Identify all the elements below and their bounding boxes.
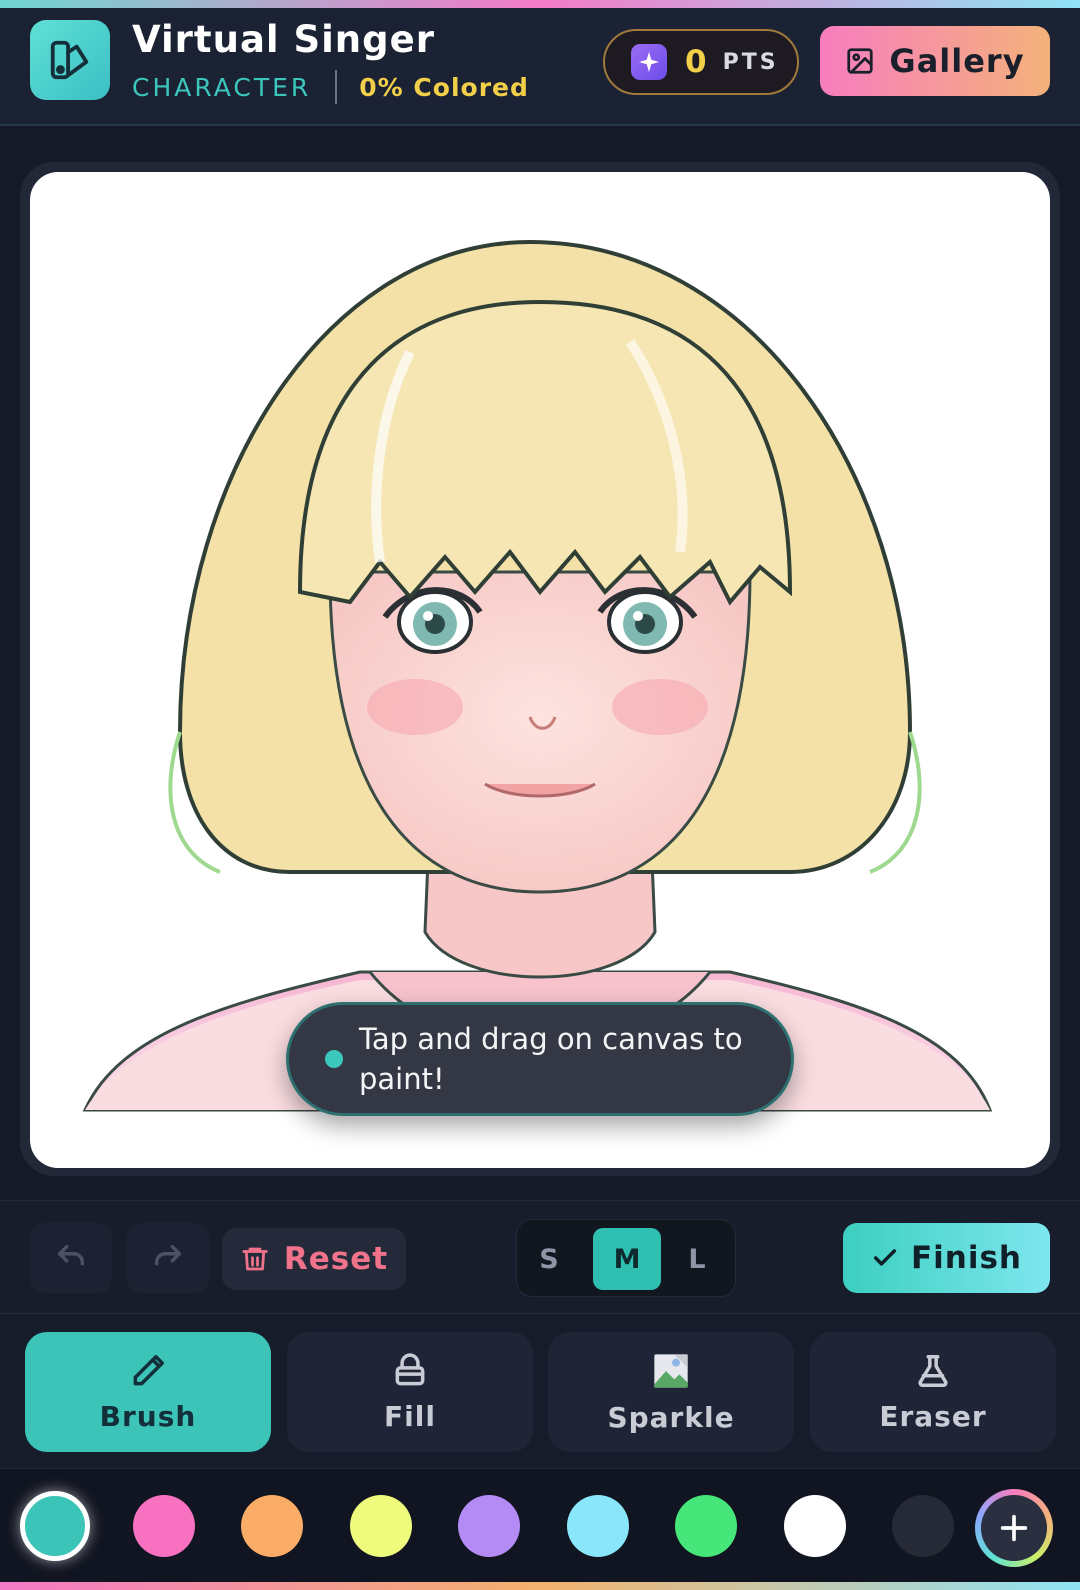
finish-button[interactable]: Finish bbox=[843, 1223, 1050, 1293]
bottom-gradient-strip bbox=[0, 1582, 1080, 1590]
add-color-button[interactable] bbox=[975, 1489, 1053, 1567]
tool-fill-label: Fill bbox=[384, 1399, 436, 1433]
hint-dot bbox=[325, 1050, 343, 1068]
tool-eraser[interactable]: Eraser bbox=[810, 1332, 1056, 1452]
plus-icon bbox=[1000, 1514, 1028, 1542]
size-small-option[interactable]: S bbox=[515, 1228, 583, 1290]
color-swatch-dark[interactable] bbox=[892, 1495, 954, 1557]
hint-toast: Tap and drag on canvas to paint! bbox=[286, 1002, 794, 1116]
reset-button[interactable]: Reset bbox=[222, 1228, 406, 1290]
category-label: CHARACTER bbox=[132, 72, 312, 102]
color-swatch-green[interactable] bbox=[675, 1495, 737, 1557]
pencil-icon bbox=[133, 1354, 164, 1385]
bucket-icon bbox=[395, 1353, 425, 1385]
tool-brush[interactable]: Brush bbox=[25, 1332, 271, 1452]
finish-label: Finish bbox=[910, 1240, 1023, 1276]
color-swatch-white[interactable] bbox=[784, 1495, 846, 1557]
points-value: 0 bbox=[685, 44, 707, 80]
top-gradient-strip bbox=[0, 0, 1080, 8]
tool-sparkle[interactable]: Sparkle bbox=[548, 1332, 794, 1452]
action-toolbar: Reset S M L Finish bbox=[0, 1200, 1080, 1314]
progress-label: 0% Colored bbox=[359, 72, 529, 102]
color-palette bbox=[0, 1468, 1080, 1582]
flask-icon bbox=[918, 1354, 948, 1387]
reset-label: Reset bbox=[283, 1241, 389, 1277]
app-logo-icon bbox=[30, 20, 110, 100]
points-unit: PTS bbox=[722, 49, 779, 75]
check-icon bbox=[873, 1249, 897, 1266]
trash-icon bbox=[242, 1247, 268, 1271]
tool-fill[interactable]: Fill bbox=[287, 1332, 533, 1452]
points-badge: 0 PTS bbox=[603, 29, 799, 95]
tool-sparkle-label: Sparkle bbox=[607, 1400, 735, 1434]
add-color-inner bbox=[981, 1495, 1047, 1561]
gallery-button[interactable]: Gallery bbox=[820, 26, 1050, 96]
subtitle-row: CHARACTER 0% Colored bbox=[132, 70, 529, 104]
tool-selector: Brush Fill Sparkle Eraser bbox=[0, 1314, 1080, 1468]
color-swatch-purple[interactable] bbox=[458, 1495, 520, 1557]
app-header: Virtual Singer CHARACTER 0% Colored 0 PT… bbox=[0, 8, 1080, 126]
redo-icon bbox=[154, 1244, 182, 1266]
sparkle-icon bbox=[631, 44, 667, 80]
undo-button[interactable] bbox=[30, 1223, 112, 1293]
brush-size-selector: S M L bbox=[516, 1219, 736, 1297]
gallery-label: Gallery bbox=[889, 42, 1025, 80]
tool-brush-label: Brush bbox=[99, 1399, 197, 1433]
tool-eraser-label: Eraser bbox=[879, 1399, 987, 1433]
redo-button[interactable] bbox=[127, 1223, 209, 1293]
size-medium-option[interactable]: M bbox=[593, 1228, 661, 1290]
page-title: Virtual Singer bbox=[132, 18, 435, 61]
image-icon bbox=[847, 48, 874, 74]
hint-text: Tap and drag on canvas to paint! bbox=[359, 1022, 743, 1096]
color-swatch-orange[interactable] bbox=[241, 1495, 303, 1557]
undo-icon bbox=[57, 1244, 85, 1266]
subtitle-divider bbox=[335, 70, 338, 104]
color-swatch-teal[interactable] bbox=[20, 1491, 90, 1561]
color-swatch-sky[interactable] bbox=[567, 1495, 629, 1557]
size-large-option[interactable]: L bbox=[663, 1228, 731, 1290]
drawing-canvas[interactable]: Tap and drag on canvas to paint! bbox=[30, 172, 1050, 1168]
broken-image-icon bbox=[654, 1353, 688, 1388]
color-swatch-pink[interactable] bbox=[133, 1495, 195, 1557]
color-swatch-yellow[interactable] bbox=[350, 1495, 412, 1557]
